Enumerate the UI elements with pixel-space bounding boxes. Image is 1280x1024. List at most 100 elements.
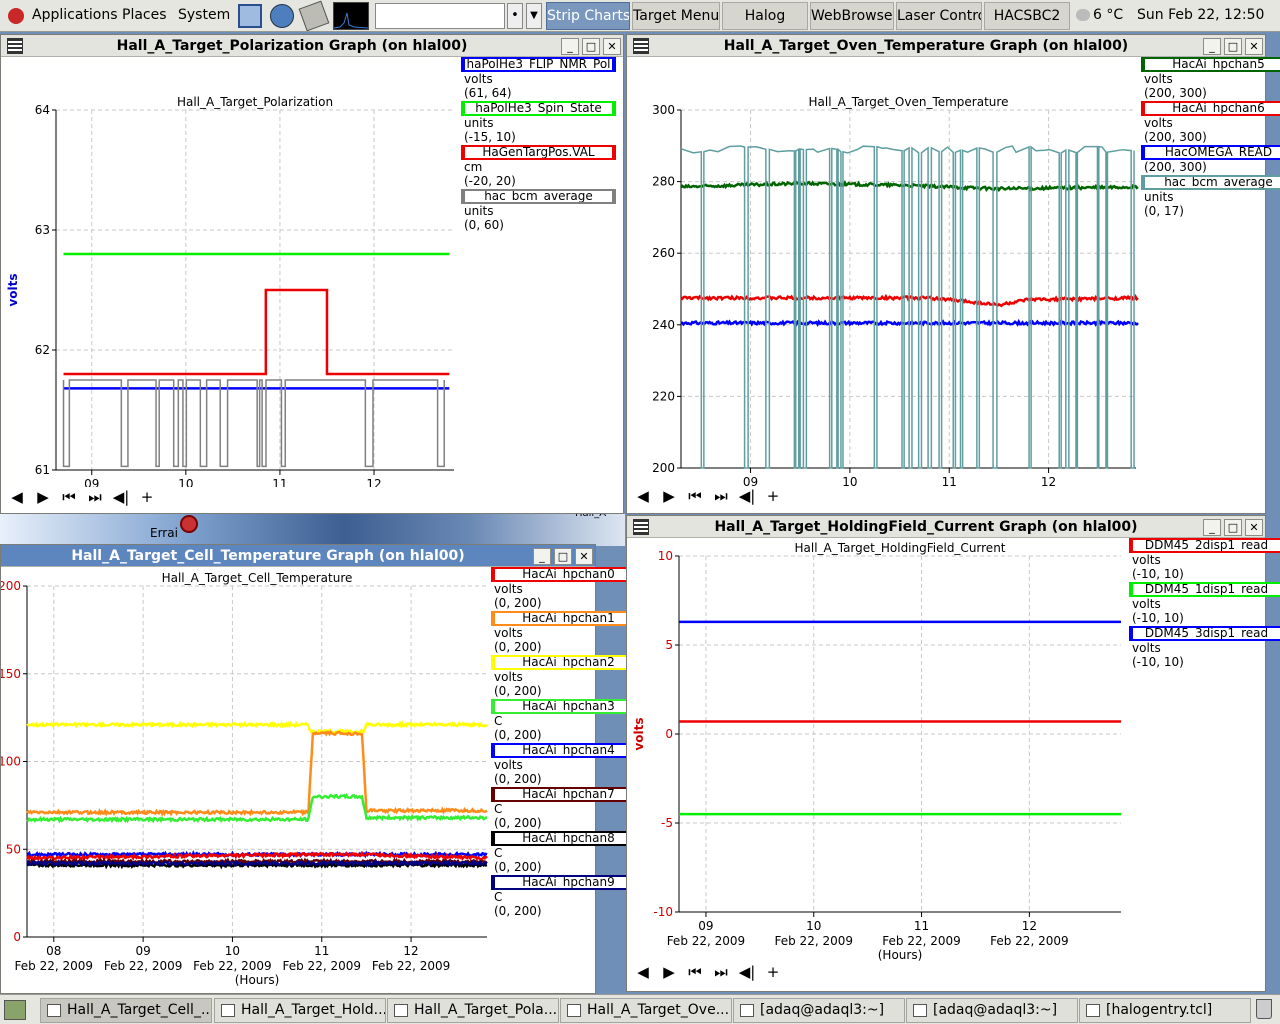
- legend-entry[interactable]: haPolHe3_Spin_State units (-15, 10): [461, 101, 616, 144]
- legend-entry[interactable]: hac_bcm_average units (0, 60): [461, 189, 616, 232]
- legend-series-name[interactable]: DDM45_3disp1_read: [1129, 626, 1280, 641]
- clock[interactable]: Sun Feb 22, 12:50: [1137, 7, 1264, 23]
- go-end-button[interactable]: ◀|: [736, 962, 758, 982]
- close-button[interactable]: ✕: [603, 38, 621, 55]
- maximize-button[interactable]: □: [1224, 38, 1242, 55]
- legend-entry[interactable]: HacAi_hpchan3 C (0, 200): [491, 699, 646, 742]
- legend-entry[interactable]: HacAi_hpchan6 volts (200, 300): [1141, 101, 1280, 144]
- scroll-right-button[interactable]: ▶: [658, 962, 680, 982]
- add-button[interactable]: +: [762, 962, 784, 982]
- close-button[interactable]: ✕: [1245, 519, 1263, 536]
- desktop-icon-label[interactable]: Errai: [150, 526, 178, 540]
- legend-series-name[interactable]: haPolHe3_FLIP_NMR_Pol: [461, 57, 616, 72]
- search-entry[interactable]: [375, 3, 505, 29]
- legend-series-name[interactable]: HaGenTargPos.VAL: [461, 145, 616, 160]
- legend-series-name[interactable]: DDM45_1disp1_read: [1129, 582, 1280, 597]
- legend-entry[interactable]: HacAi_hpchan5 volts (200, 300): [1141, 57, 1280, 100]
- zoom-in-button[interactable]: ⏮: [684, 486, 706, 506]
- task-button[interactable]: Hall_A_Target_Ove...: [560, 998, 732, 1023]
- maximize-button[interactable]: □: [1224, 519, 1242, 536]
- legend-entry[interactable]: DDM45_1disp1_read volts (-10, 10): [1129, 582, 1280, 625]
- legend-series-name[interactable]: HacAi_hpchan6: [1141, 101, 1280, 116]
- legend-entry[interactable]: HaGenTargPos.VAL cm (-20, 20): [461, 145, 616, 188]
- window-titlebar[interactable]: Hall_A_Target_Cell_Temperature Graph (on…: [1, 545, 595, 567]
- legend-entry[interactable]: HacAi_hpchan0 volts (0, 200): [491, 567, 646, 610]
- legend-entry[interactable]: DDM45_3disp1_read volts (-10, 10): [1129, 626, 1280, 669]
- go-end-button[interactable]: ◀|: [110, 487, 132, 507]
- minimize-button[interactable]: _: [561, 38, 579, 55]
- halog-launcher[interactable]: Halog: [722, 2, 808, 30]
- system-monitor-icon[interactable]: [333, 2, 369, 30]
- minimize-button[interactable]: _: [1203, 519, 1221, 536]
- scroll-right-button[interactable]: ▶: [658, 486, 680, 506]
- window-titlebar[interactable]: Hall_A_Target_HoldingField_Current Graph…: [627, 516, 1265, 538]
- legend-series-name[interactable]: HacAi_hpchan1: [491, 611, 646, 626]
- legend-entry[interactable]: DDM45_2disp1_read volts (-10, 10): [1129, 538, 1280, 581]
- network-globe-icon[interactable]: [270, 4, 294, 28]
- maximize-button[interactable]: □: [554, 548, 572, 565]
- legend-series-name[interactable]: HacAi_hpchan4: [491, 743, 646, 758]
- search-dot-button[interactable]: •: [507, 3, 523, 29]
- scroll-left-button[interactable]: ◀: [6, 487, 28, 507]
- legend-entry[interactable]: hac_bcm_average units (0, 17): [1141, 175, 1280, 218]
- webbrowser-launcher[interactable]: WebBrowser: [810, 2, 894, 30]
- places-menu[interactable]: Places: [122, 7, 167, 23]
- legend-entry[interactable]: HacAi_hpchan9 C (0, 200): [491, 875, 646, 918]
- strip-charts-launcher[interactable]: Strip Charts: [546, 2, 630, 30]
- laser-control-launcher[interactable]: Laser Control: [896, 2, 982, 30]
- legend-series-name[interactable]: hac_bcm_average: [1141, 175, 1280, 190]
- legend-series-name[interactable]: HacAi_hpchan8: [491, 831, 646, 846]
- close-button[interactable]: ✕: [575, 548, 593, 565]
- task-button[interactable]: [adaq@adaql3:~]: [733, 998, 905, 1023]
- calculator-icon[interactable]: [298, 0, 330, 32]
- scroll-left-button[interactable]: ◀: [632, 962, 654, 982]
- minimize-button[interactable]: _: [1203, 38, 1221, 55]
- legend-series-name[interactable]: HacAi_hpchan2: [491, 655, 646, 670]
- zoom-in-button[interactable]: ⏮: [58, 487, 80, 507]
- trash-icon[interactable]: [1256, 999, 1272, 1019]
- legend-entry[interactable]: HacAi_hpchan4 volts (0, 200): [491, 743, 646, 786]
- legend-entry[interactable]: HacOMEGA_READ (200, 300): [1141, 145, 1280, 174]
- legend-entry[interactable]: haPolHe3_FLIP_NMR_Pol volts (61, 64): [461, 57, 616, 100]
- legend-entry[interactable]: HacAi_hpchan1 volts (0, 200): [491, 611, 646, 654]
- maximize-button[interactable]: □: [582, 38, 600, 55]
- task-button[interactable]: Hall_A_Target_Cell_...: [40, 998, 212, 1023]
- window-menu-icon[interactable]: [7, 38, 23, 54]
- scroll-right-button[interactable]: ▶: [32, 487, 54, 507]
- legend-entry[interactable]: HacAi_hpchan7 C (0, 200): [491, 787, 646, 830]
- legend-series-name[interactable]: HacAi_hpchan9: [491, 875, 646, 890]
- zoom-out-button[interactable]: ⏭: [710, 486, 732, 506]
- zoom-out-button[interactable]: ⏭: [84, 487, 106, 507]
- window-menu-icon[interactable]: [633, 519, 649, 535]
- window-titlebar[interactable]: Hall_A_Target_Polarization Graph (on hla…: [1, 35, 623, 57]
- task-button[interactable]: [halogentry.tcl]: [1079, 998, 1251, 1023]
- legend-series-name[interactable]: HacAi_hpchan3: [491, 699, 646, 714]
- legend-series-name[interactable]: DDM45_2disp1_read: [1129, 538, 1280, 553]
- screenshot-icon[interactable]: [238, 4, 262, 28]
- hacsbc2-launcher[interactable]: HACSBC2: [984, 2, 1070, 30]
- legend-entry[interactable]: HacAi_hpchan2 volts (0, 200): [491, 655, 646, 698]
- applications-menu[interactable]: Applications: [32, 7, 118, 23]
- foot-menu-icon[interactable]: [8, 8, 24, 24]
- window-titlebar[interactable]: Hall_A_Target_Oven_Temperature Graph (on…: [627, 35, 1265, 57]
- window-menu-icon[interactable]: [633, 38, 649, 54]
- zoom-out-button[interactable]: ⏭: [710, 962, 732, 982]
- show-desktop-icon[interactable]: [4, 1000, 26, 1020]
- go-end-button[interactable]: ◀|: [736, 486, 758, 506]
- task-button[interactable]: Hall_A_Target_Hold...: [214, 998, 386, 1023]
- legend-series-name[interactable]: HacAi_hpchan5: [1141, 57, 1280, 72]
- weather-icon[interactable]: [1076, 9, 1090, 21]
- legend-series-name[interactable]: hac_bcm_average: [461, 189, 616, 204]
- weather-temperature[interactable]: 6 °C: [1093, 7, 1123, 23]
- minimize-button[interactable]: _: [533, 548, 551, 565]
- zoom-in-button[interactable]: ⏮: [684, 962, 706, 982]
- error-icon[interactable]: [180, 515, 198, 533]
- legend-series-name[interactable]: HacOMEGA_READ: [1141, 145, 1280, 160]
- add-button[interactable]: +: [136, 487, 158, 507]
- close-button[interactable]: ✕: [1245, 38, 1263, 55]
- legend-entry[interactable]: HacAi_hpchan8 C (0, 200): [491, 831, 646, 874]
- add-button[interactable]: +: [762, 486, 784, 506]
- legend-series-name[interactable]: haPolHe3_Spin_State: [461, 101, 616, 116]
- task-button[interactable]: [adaq@adaql3:~]: [906, 998, 1078, 1023]
- system-menu[interactable]: System: [178, 7, 230, 23]
